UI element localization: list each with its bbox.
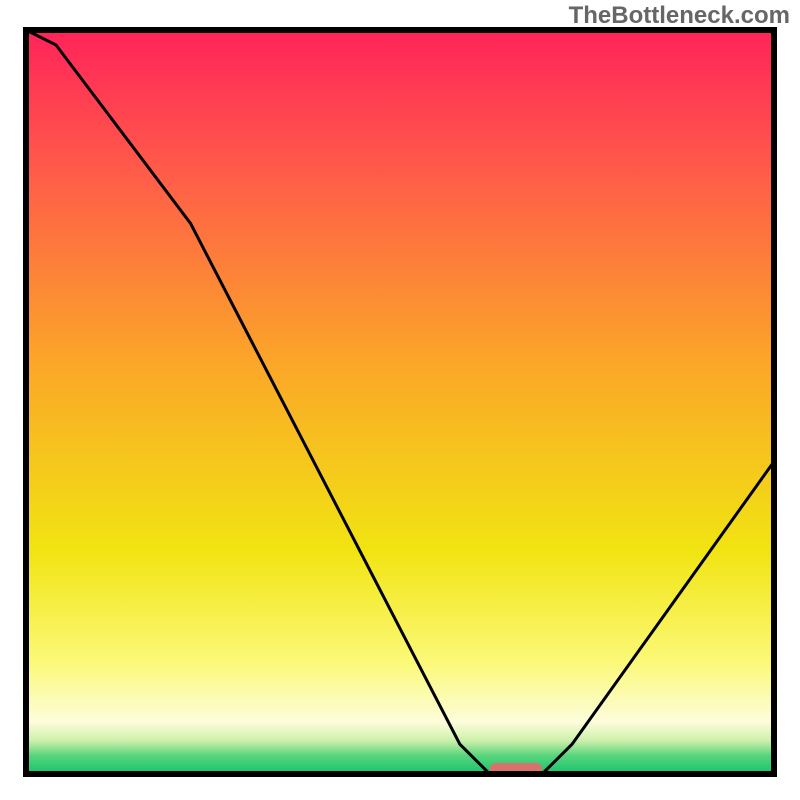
bottleneck-chart: TheBottleneck.com (0, 0, 800, 800)
plot-background (26, 30, 774, 774)
chart-svg (0, 0, 800, 800)
watermark-text: TheBottleneck.com (569, 2, 790, 30)
